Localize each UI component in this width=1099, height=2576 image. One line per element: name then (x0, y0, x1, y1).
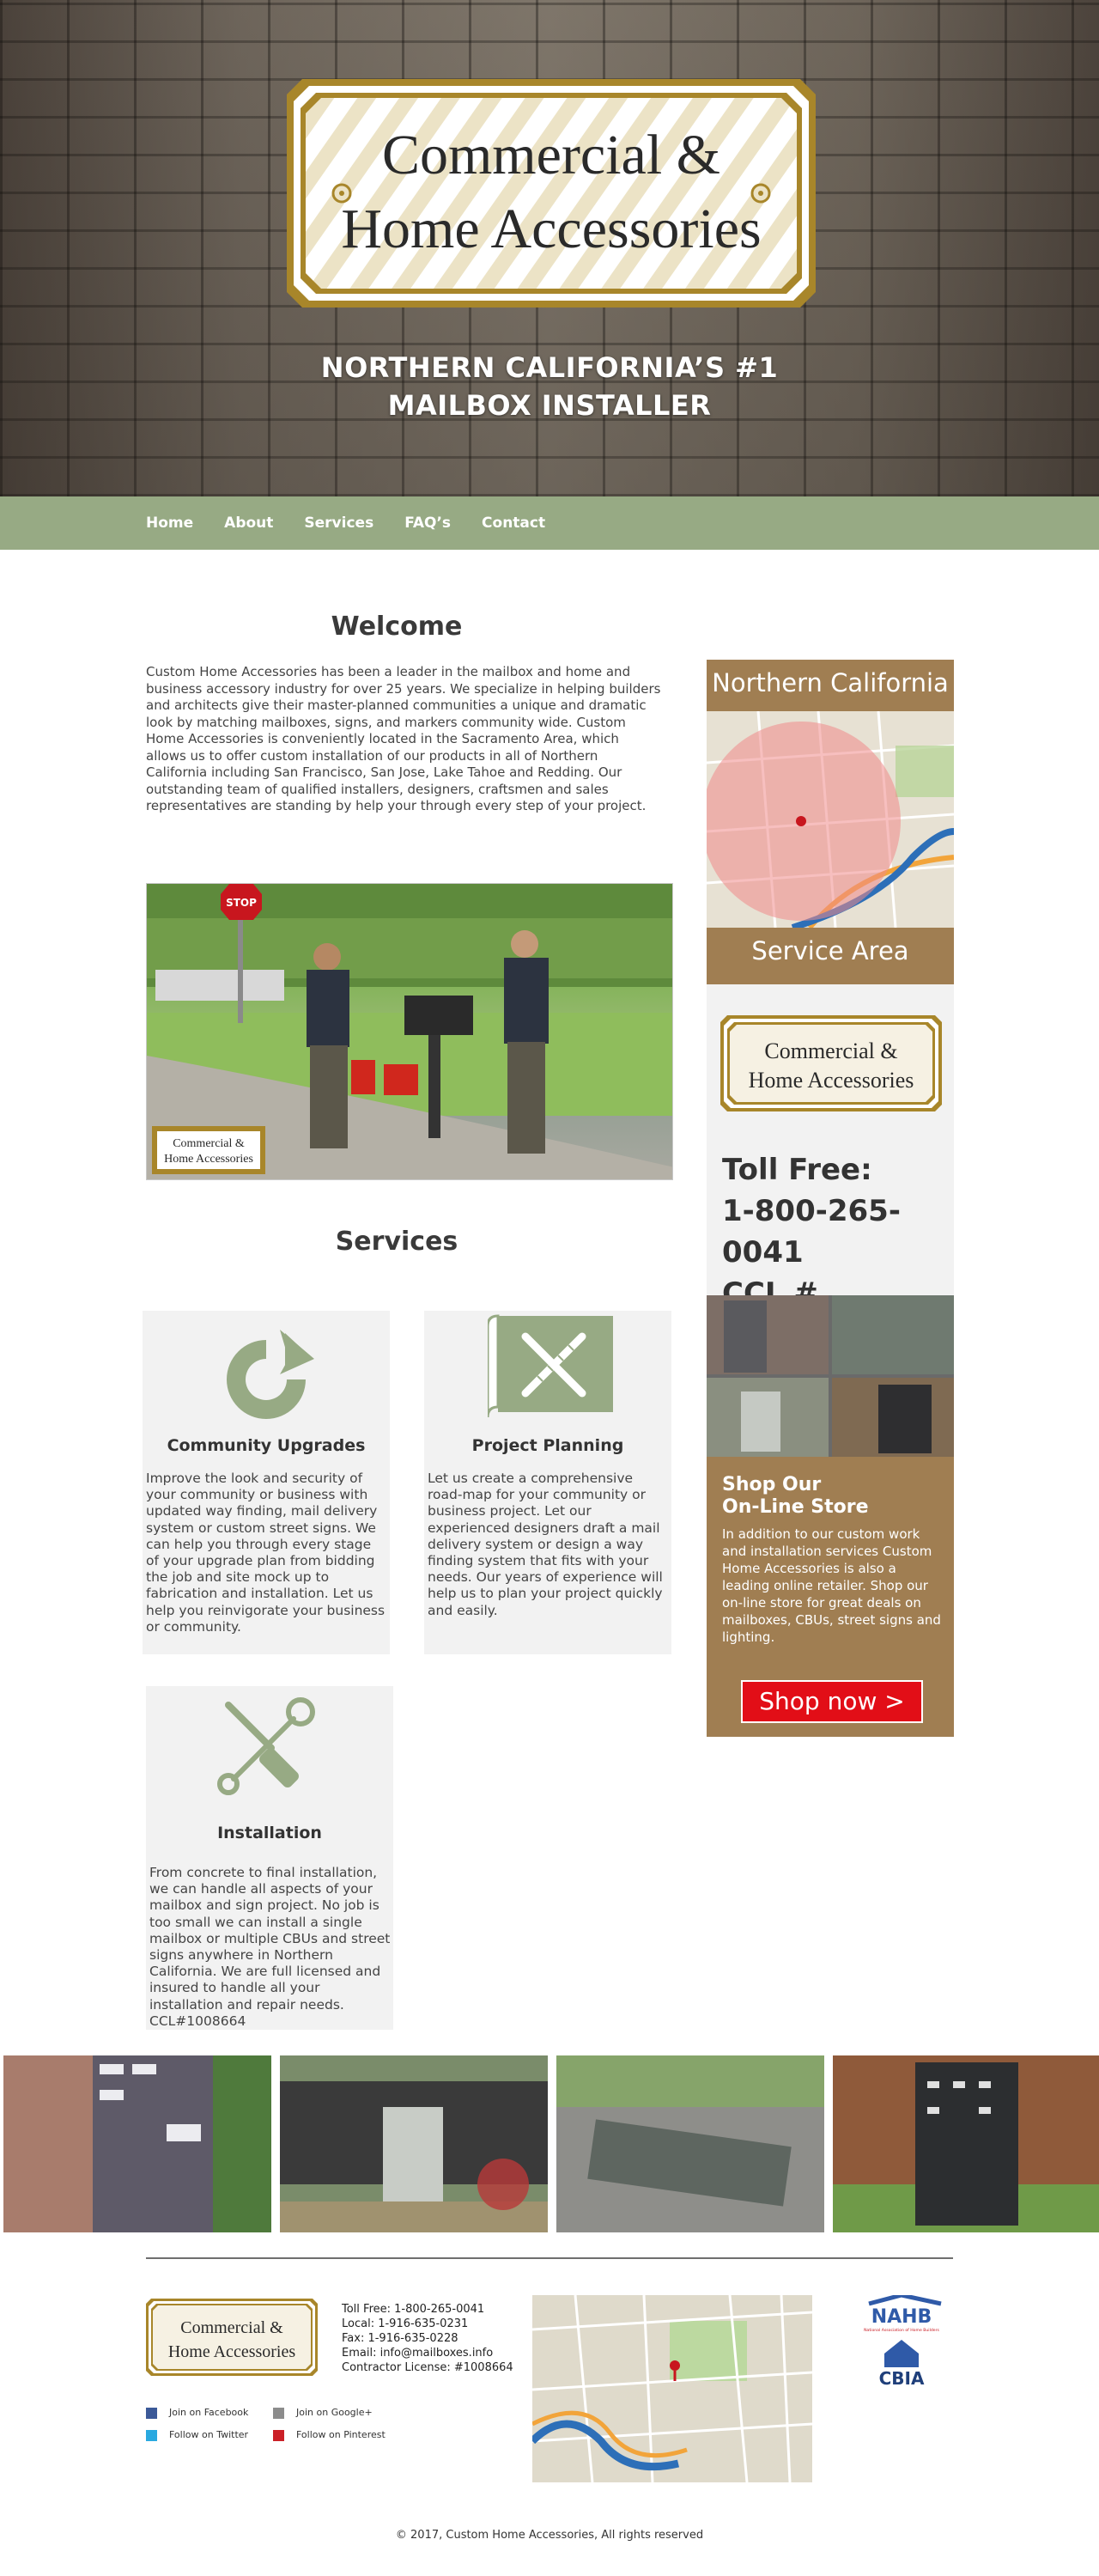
twitter-icon (146, 2429, 157, 2441)
service-area-map (707, 711, 954, 928)
social-links: Join on Facebook Join on Google+ Follow … (146, 2407, 429, 2448)
service-card-community-upgrades: Community Upgrades Improve the look and … (143, 1311, 390, 1654)
card-title: Community Upgrades (167, 1436, 366, 1455)
photo-gallery (0, 2055, 1099, 2232)
footer-location-map[interactable] (532, 2295, 812, 2482)
online-store-heading-line-2: On-Line Store (722, 1496, 869, 1518)
logo-line-2: Home Accessories (341, 198, 761, 260)
service-card-project-planning: Project Planning Let us create a compreh… (424, 1311, 671, 1654)
google-plus-label: Join on Google+ (296, 2407, 373, 2418)
hero-banner: Commercial & Home Accessories NORTHERN C… (0, 0, 1099, 496)
footer-divider (146, 2257, 953, 2259)
gallery-photo-2[interactable] (280, 2055, 548, 2232)
welcome-heading: Welcome (331, 612, 463, 642)
footer-fax: Fax: 1-916-635-0228 (342, 2332, 458, 2345)
footer-email[interactable]: Email: info@mailboxes.info (342, 2346, 539, 2360)
wrench-screwdriver-icon (217, 1697, 315, 1795)
card-title: Installation (217, 1824, 322, 1842)
service-card-installation: Installation From concrete to final inst… (146, 1686, 393, 2030)
nav-contact[interactable]: Contact (482, 515, 545, 532)
stop-sign-text: STOP (226, 897, 257, 909)
sidebar-logo: Commercial & Home Accessories (720, 1015, 942, 1111)
welcome-text: Custom Home Accessories has been a leade… (146, 664, 661, 813)
footer-local-phone: Local: 1-916-635-0231 (342, 2317, 469, 2330)
sidebar-logo-line-1: Commercial & (764, 1038, 897, 1063)
logo-line-1: Commercial & (382, 124, 720, 186)
service-area-title-top: Northern California (712, 668, 949, 697)
online-store-heading-line-1: Shop Our (722, 1474, 822, 1495)
card-text: Improve the look and security of your co… (146, 1471, 386, 1635)
online-store-box: Shop Our On-Line Store In addition to ou… (707, 1457, 954, 1737)
tagline-line-1: NORTHERN CALIFORNIA’S #1 (320, 351, 779, 384)
photo-logo-line-1: Commercial & (173, 1137, 245, 1150)
gallery-photo-1[interactable] (3, 2055, 271, 2232)
footer-license: Contractor License: #1008664 (342, 2361, 513, 2374)
photo-logo-line-2: Home Accessories (164, 1153, 253, 1166)
refresh-arrow-icon (227, 1330, 314, 1419)
nahb-logo: NAHB (871, 2306, 932, 2328)
footer-toll-free: Toll Free: 1-800-265-0041 (342, 2303, 485, 2316)
card-text: From concrete to final installation, we … (149, 1865, 391, 2029)
gallery-photo-4[interactable] (833, 2055, 1099, 2232)
tagline-line-2: MAILBOX INSTALLER (387, 389, 712, 422)
card-title: Project Planning (471, 1436, 624, 1455)
company-logo[interactable]: Commercial & Home Accessories (287, 79, 816, 308)
main-nav: Home About Services FAQ’s Contact (0, 496, 1099, 550)
nav-faqs[interactable]: FAQ’s (404, 515, 451, 532)
card-text: Let us create a comprehensive road-map f… (428, 1471, 663, 1618)
sidebar-contact-box: Commercial & Home Accessories Toll Free:… (707, 984, 954, 1352)
sidebar-logo-line-2: Home Accessories (749, 1068, 914, 1093)
installation-photo: STOP Commercial & Home Accessories (146, 883, 673, 1180)
facebook-link[interactable]: Join on Facebook (146, 2407, 248, 2419)
pinterest-label: Follow on Pinterest (296, 2429, 386, 2440)
hero-tagline: NORTHERN CALIFORNIA’S #1 MAILBOX INSTALL… (0, 349, 1099, 424)
gallery-photo-3[interactable] (556, 2055, 824, 2232)
facebook-icon (146, 2407, 157, 2419)
store-photo-collage (707, 1295, 954, 1457)
google-plus-link[interactable]: Join on Google+ (273, 2407, 373, 2419)
footer-logo[interactable]: Commercial & Home Accessories (146, 2299, 318, 2376)
service-area-map-box[interactable]: Northern California Service Area (707, 660, 954, 984)
toll-free-label: Toll Free: (722, 1153, 872, 1187)
ruler-pencil-icon (488, 1314, 613, 1417)
footer-logo-line-1: Commercial & (180, 2318, 283, 2337)
footer-logo-line-2: Home Accessories (168, 2342, 296, 2361)
nav-services[interactable]: Services (304, 515, 373, 532)
cbia-logo: CBIA (879, 2368, 925, 2389)
google-plus-icon (273, 2407, 284, 2419)
twitter-link[interactable]: Follow on Twitter (146, 2429, 248, 2441)
services-heading: Services (335, 1227, 458, 1257)
pinterest-link[interactable]: Follow on Pinterest (273, 2429, 386, 2441)
twitter-label: Follow on Twitter (169, 2429, 249, 2440)
service-area-title-bottom: Service Area (751, 936, 909, 965)
nahb-subtitle: National Association of Home Builders (864, 2328, 939, 2333)
nav-home[interactable]: Home (146, 515, 193, 532)
nav-about[interactable]: About (224, 515, 273, 532)
footer-contact-info: Toll Free: 1-800-265-0041 Local: 1-916-6… (342, 2302, 539, 2375)
online-store-text: In addition to our custom work and insta… (722, 1526, 941, 1645)
facebook-label: Join on Facebook (169, 2407, 249, 2418)
copyright: © 2017, Custom Home Accessories, All rig… (395, 2529, 704, 2542)
toll-free-number[interactable]: 1-800-265-0041 (722, 1191, 950, 1273)
pinterest-icon (273, 2429, 284, 2441)
online-store-heading: Shop Our On-Line Store (722, 1474, 869, 1519)
association-badges: NAHB National Association of Home Builde… (859, 2293, 953, 2407)
shop-now-button[interactable]: Shop now > (741, 1680, 923, 1723)
